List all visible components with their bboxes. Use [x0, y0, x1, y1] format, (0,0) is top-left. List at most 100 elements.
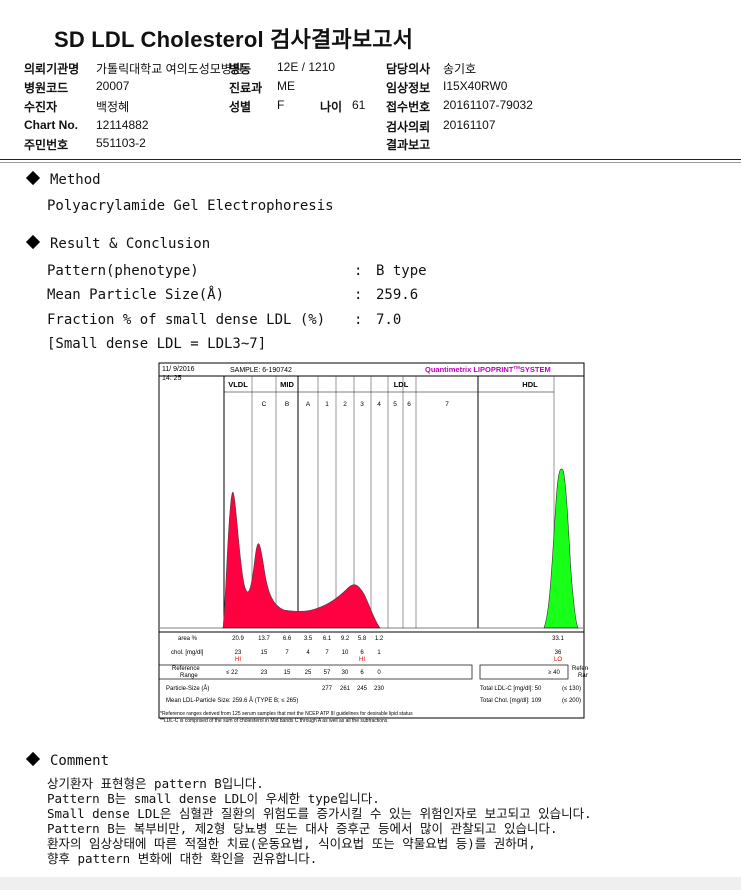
chol-value: 23 — [235, 650, 242, 656]
header-divider-top — [0, 159, 741, 160]
chart-brand: Quantimetrix LIPOPRINTTMSYSTEM — [425, 365, 551, 374]
patient-label: 수진자 — [24, 100, 58, 114]
area-value: 6.1 — [323, 636, 332, 642]
diamond-bullet-icon — [25, 751, 41, 767]
band-label: B — [285, 401, 289, 408]
diamond-bullet-icon — [25, 234, 41, 250]
result-row-value: 259.6 — [376, 287, 419, 303]
area-value: 20.9 — [232, 636, 244, 642]
sex-label: 성별 — [229, 100, 252, 114]
reference-label: Range — [578, 673, 588, 679]
result-note: [Small dense LDL = LDL3~7] — [47, 336, 267, 352]
area-row-label: area % — [178, 636, 198, 642]
hospital-value: 가톨릭대학교 여의도성모병원 — [96, 62, 243, 76]
report-label: 결과보고 — [386, 138, 431, 152]
comment-body: 상기환자 표현형은 pattern B입니다. Pattern B는 small… — [47, 776, 592, 866]
band-label: 7 — [445, 401, 449, 408]
dept-value: ME — [277, 79, 295, 93]
result-row-value: 7.0 — [376, 312, 402, 328]
report-title: SD LDL Cholesterol 검사결과보고서 — [54, 27, 414, 52]
comment-line: 환자의 임상상태에 따른 적절한 치료(운동요법, 식이요법 또는 약물요법 등… — [47, 836, 536, 851]
comment-line: Pattern B는 small dense LDL이 우세한 type입니다. — [47, 791, 380, 806]
band-label: 5 — [393, 401, 397, 408]
chart-date: 11/ 9/2016 — [162, 366, 195, 373]
footnote-2: **LDL-C is comprised of the sum of chole… — [160, 718, 388, 724]
reference-label: Reference — [572, 666, 588, 672]
band-label: 2 — [343, 401, 347, 408]
sex-value: F — [277, 98, 285, 112]
band-label: 3 — [360, 401, 364, 408]
receipt-label: 접수번호 — [386, 100, 431, 114]
diamond-bullet-icon — [25, 170, 41, 186]
area-value: 1.2 — [375, 636, 384, 642]
result-row-sep: : — [354, 312, 363, 328]
reference-value-hdl: ≥ 40 — [548, 670, 560, 676]
mean-size-text: Mean LDL-Particle Size: 259.6 Å (TYPE B;… — [166, 697, 298, 704]
total-chol-text: Total Chol. [mg/dl]: 109 — [480, 698, 542, 704]
area-value: 5.8 — [358, 636, 367, 642]
result-row-label: Mean Particle Size(Å) — [47, 287, 225, 303]
chart-sample: SAMPLE: 6-190742 — [230, 367, 292, 374]
result-heading: Result & Conclusion — [25, 234, 210, 252]
reference-label: Reference — [172, 666, 200, 672]
group-label-ldl: LDL — [394, 380, 409, 389]
reference-value: 57 — [324, 670, 331, 676]
ward-value: 12E / 1210 — [277, 60, 336, 74]
method-heading: Method — [25, 170, 101, 188]
band-label: A — [306, 401, 311, 408]
particle-size-value: 277 — [322, 686, 333, 692]
area-value: 33.1 — [552, 636, 564, 642]
footnote-1: *Reference ranges derived from 125 serum… — [160, 711, 413, 717]
doctor-value: 송기호 — [443, 62, 477, 76]
particle-size-value: 230 — [374, 686, 385, 692]
request-label: 검사의뢰 — [386, 120, 431, 134]
particle-size-value: 245 — [357, 686, 368, 692]
result-row-label: Fraction % of small dense LDL (%) — [47, 312, 326, 328]
area-value: 6.6 — [283, 636, 292, 642]
receipt-value: 20161107-79032 — [443, 98, 533, 112]
chart-label: Chart No. — [24, 118, 78, 132]
request-value: 20161107 — [443, 118, 496, 132]
chol-flag: HI — [235, 657, 241, 663]
comment-line: Small dense LDL은 심혈관 질환의 위험도를 증가시킬 수 있는 … — [47, 806, 592, 821]
hospital-label: 의뢰기관명 — [24, 62, 80, 76]
rrn-label: 주민번호 — [24, 138, 69, 152]
chol-flag: HI — [359, 657, 365, 663]
band-label: C — [262, 401, 267, 408]
reference-value: 23 — [261, 670, 268, 676]
group-label-mid: MID — [280, 380, 294, 389]
group-label-hdl: HDL — [522, 380, 538, 389]
area-value: 3.5 — [304, 636, 313, 642]
reference-value: 15 — [284, 670, 291, 676]
band-label: 1 — [325, 401, 329, 408]
chol-flag: LO — [554, 657, 562, 663]
comment-line: 향후 pattern 변화에 대한 확인을 권유합니다. — [47, 851, 318, 866]
patient-value: 백정혜 — [96, 100, 130, 114]
result-row-value: B type — [376, 263, 427, 279]
particle-size-value: 261 — [340, 686, 351, 692]
clinical-label: 임상정보 — [386, 81, 431, 95]
total-chol-ref: (≤ 200) — [562, 698, 581, 704]
header-divider-bottom — [0, 162, 741, 163]
band-label: 4 — [377, 401, 381, 408]
chol-row-label: chol. [mg/dl] — [171, 650, 204, 656]
dept-label: 진료과 — [229, 81, 263, 95]
age-value: 61 — [352, 98, 366, 112]
chol-value: 10 — [342, 650, 349, 656]
rrn-value: 551103-2 — [96, 136, 146, 150]
chart-time: 14: 25 — [162, 375, 182, 382]
area-value: 9.2 — [341, 636, 350, 642]
chart-value: 12114882 — [96, 118, 149, 132]
total-ldl-text: Total LDL-C [mg/dl]: 50 — [480, 686, 542, 692]
page-bottom-bar — [0, 877, 741, 890]
age-label: 나이 — [320, 100, 343, 114]
clinical-value: I15X40RW0 — [443, 79, 508, 93]
result-row-label: Pattern(phenotype) — [47, 263, 199, 279]
chol-value: 15 — [261, 650, 268, 656]
area-value: 13.7 — [258, 636, 270, 642]
result-row-sep: : — [354, 287, 363, 303]
ward-label: 병동 — [229, 62, 252, 76]
comment-line: 상기환자 표현형은 pattern B입니다. — [47, 776, 264, 791]
reference-value: 30 — [342, 670, 349, 676]
reference-value: ≤ 22 — [226, 670, 238, 676]
